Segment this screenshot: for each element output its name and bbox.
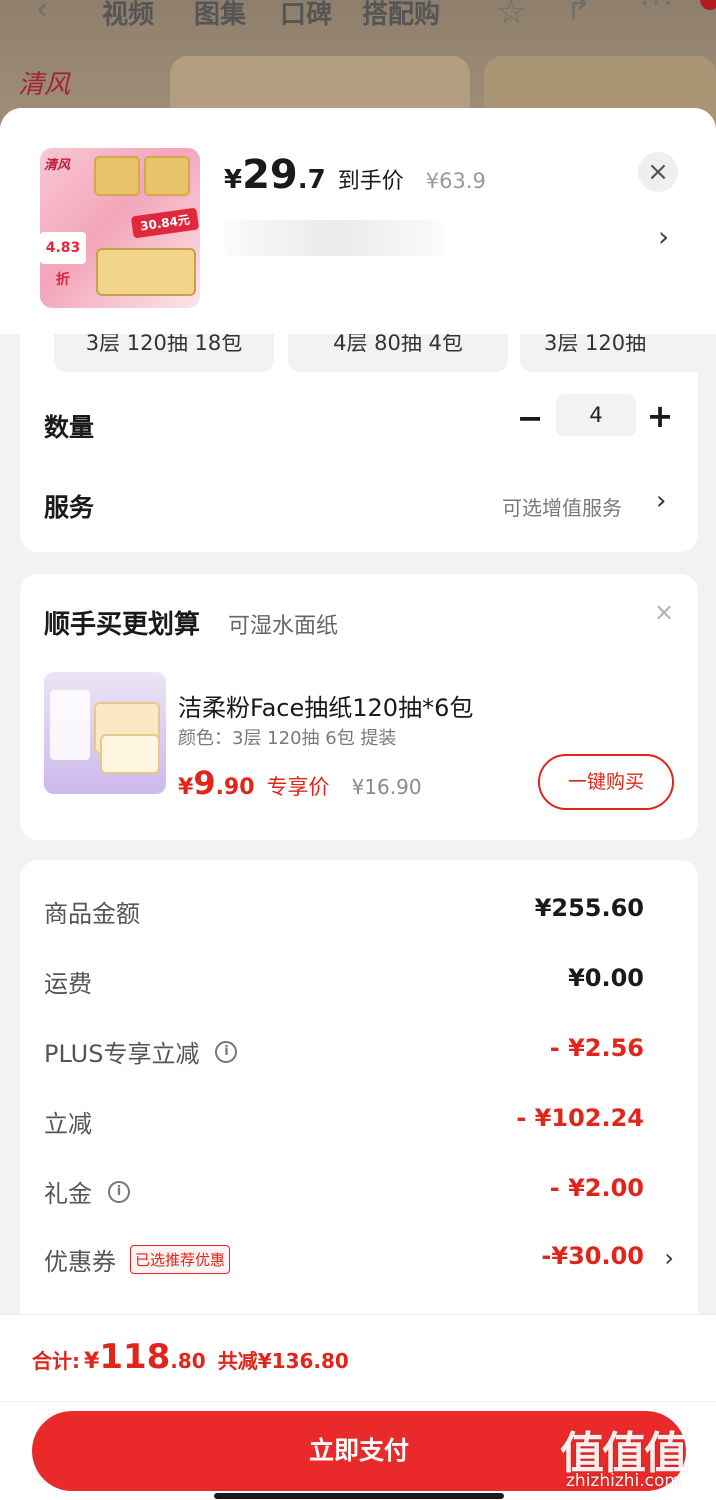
- thumb-pack: [100, 734, 160, 774]
- summary-row: 礼金 i - ¥2.00: [44, 1174, 674, 1214]
- thumb-box: [96, 248, 196, 296]
- thumb-discount: 4.83折: [40, 232, 86, 288]
- bundle-title: 顺手买更划算: [44, 610, 201, 640]
- price-integer: 29: [242, 152, 298, 198]
- notification-badge: [700, 0, 716, 10]
- tab-reviews[interactable]: 口碑: [280, 0, 332, 31]
- chevron-left-icon[interactable]: ‹: [36, 0, 48, 27]
- summary-label: 商品金额: [44, 900, 140, 928]
- summary-value: - ¥2.56: [549, 1034, 644, 1062]
- summary-value: -¥30.00: [541, 1242, 644, 1270]
- share-icon[interactable]: ↱: [566, 0, 591, 27]
- brand-logo: 清风: [18, 70, 71, 100]
- summary-label-text: 礼金: [44, 1180, 92, 1208]
- star-icon[interactable]: ☆: [496, 0, 526, 32]
- order-summary-card: 商品金额 ¥255.60 运费 ¥0.00 PLUS专享立减 i - ¥2.56 …: [20, 860, 698, 1360]
- chevron-right-icon[interactable]: ›: [656, 486, 666, 516]
- chevron-right-icon[interactable]: ›: [664, 1244, 674, 1272]
- bundle-price-label: 专享价: [266, 775, 330, 799]
- price-row: ¥ 29 .7 到手价 ¥63.9: [224, 152, 486, 198]
- quantity-input[interactable]: 4: [556, 394, 636, 436]
- summary-label: 立减: [44, 1110, 92, 1138]
- summary-row: 运费 ¥0.00: [44, 964, 674, 1004]
- purchase-sheet: 清风 30.84元 4.83折 ¥ 29 .7 到手价 ¥63.9 × › 3层…: [0, 108, 716, 1500]
- total-symbol: ¥: [84, 1349, 100, 1374]
- total-row: 合计: ¥ 118 .80 共减¥136.80: [32, 1337, 349, 1377]
- coupon-tag: 已选推荐优惠: [130, 1245, 231, 1274]
- thumb-label: [50, 690, 90, 760]
- thumb-price-badge: 30.84元: [130, 207, 200, 239]
- tab-video[interactable]: 视频: [102, 0, 154, 31]
- divider: [0, 1401, 716, 1402]
- summary-label: PLUS专享立减 i: [44, 1034, 238, 1069]
- plus-button[interactable]: +: [642, 396, 678, 436]
- bundle-product-name[interactable]: 洁柔粉Face抽纸120抽*6包: [178, 688, 473, 723]
- total-label: 合计:: [32, 1349, 80, 1373]
- total-integer: 118: [99, 1337, 171, 1377]
- bundle-original-price: ¥16.90: [351, 775, 422, 799]
- product-thumbnail[interactable]: 清风 30.84元 4.83折: [40, 148, 200, 308]
- summary-row: PLUS专享立减 i - ¥2.56: [44, 1034, 674, 1074]
- summary-value: ¥0.00: [568, 964, 644, 992]
- thumb-brand: 清风: [44, 158, 71, 173]
- summary-row: 商品金额 ¥255.60: [44, 894, 674, 934]
- bundle-product-image[interactable]: [44, 672, 166, 794]
- summary-label: 优惠券 已选推荐优惠: [44, 1242, 231, 1277]
- summary-row: 立减 - ¥102.24: [44, 1104, 674, 1144]
- watermark-url: zhizhizhi.com: [566, 1471, 681, 1491]
- price-symbol: ¥: [224, 165, 243, 195]
- bundle-product-attr: 颜色：3层 120抽 6包 提装: [178, 728, 397, 749]
- bundle-subtitle: 可湿水面纸: [228, 614, 339, 639]
- close-icon[interactable]: ×: [654, 598, 674, 626]
- bundle-card: 顺手买更划算 可湿水面纸 × 洁柔粉Face抽纸120抽*6包 颜色：3层 12…: [20, 574, 698, 840]
- bundle-price-row: ¥ 9 .90 专享价 ¥16.90: [178, 764, 422, 802]
- tab-gallery[interactable]: 图集: [194, 0, 246, 31]
- total-decimal: .80: [170, 1349, 206, 1373]
- info-icon[interactable]: i: [108, 1180, 130, 1203]
- summary-value: - ¥102.24: [516, 1104, 644, 1132]
- minus-button[interactable]: −: [512, 398, 548, 438]
- total-reduction: 共减¥136.80: [217, 1349, 349, 1373]
- summary-label-text: 优惠券: [44, 1248, 116, 1276]
- spec-card: 3层 120抽 18包 4层 80抽 4包 3层 120抽 数量 − 4 + 服…: [20, 298, 698, 552]
- sheet-header: 清风 30.84元 4.83折 ¥ 29 .7 到手价 ¥63.9 × ›: [0, 108, 716, 334]
- summary-value: ¥255.60: [534, 894, 644, 922]
- price-tag: 到手价: [337, 169, 404, 194]
- product-nav-bar: ‹ 视频 图集 口碑 搭配购 ☆ ↱ ···: [0, 0, 716, 34]
- summary-label-text: PLUS专享立减: [44, 1040, 200, 1068]
- thumb-pack: [94, 156, 140, 196]
- thumb-pack: [144, 156, 190, 196]
- blurred-subtitle: [224, 220, 444, 256]
- checkout-footer: 合计: ¥ 118 .80 共减¥136.80 立即支付 值值值 zhizhiz…: [0, 1314, 716, 1500]
- more-icon[interactable]: ···: [640, 0, 675, 21]
- bundle-price-integer: 9: [193, 764, 216, 802]
- quantity-label: 数量: [44, 413, 95, 442]
- home-indicator[interactable]: [214, 1493, 504, 1499]
- one-click-buy-button[interactable]: 一键购买: [538, 754, 674, 810]
- bundle-price-symbol: ¥: [178, 775, 194, 800]
- service-label: 服务: [44, 493, 95, 522]
- original-price: ¥63.9: [425, 169, 486, 193]
- summary-value: - ¥2.00: [549, 1174, 644, 1202]
- tab-bundle[interactable]: 搭配购: [362, 0, 440, 31]
- bundle-price-decimal: .90: [215, 775, 255, 800]
- summary-label: 礼金 i: [44, 1174, 130, 1209]
- service-value[interactable]: 可选增值服务: [502, 492, 622, 521]
- close-icon[interactable]: ×: [638, 152, 678, 192]
- info-icon[interactable]: i: [215, 1040, 238, 1063]
- summary-row-coupon[interactable]: 优惠券 已选推荐优惠 -¥30.00 ›: [44, 1242, 674, 1282]
- summary-label: 运费: [44, 970, 92, 998]
- price-decimal: .7: [297, 165, 326, 195]
- chevron-right-icon[interactable]: ›: [658, 220, 669, 253]
